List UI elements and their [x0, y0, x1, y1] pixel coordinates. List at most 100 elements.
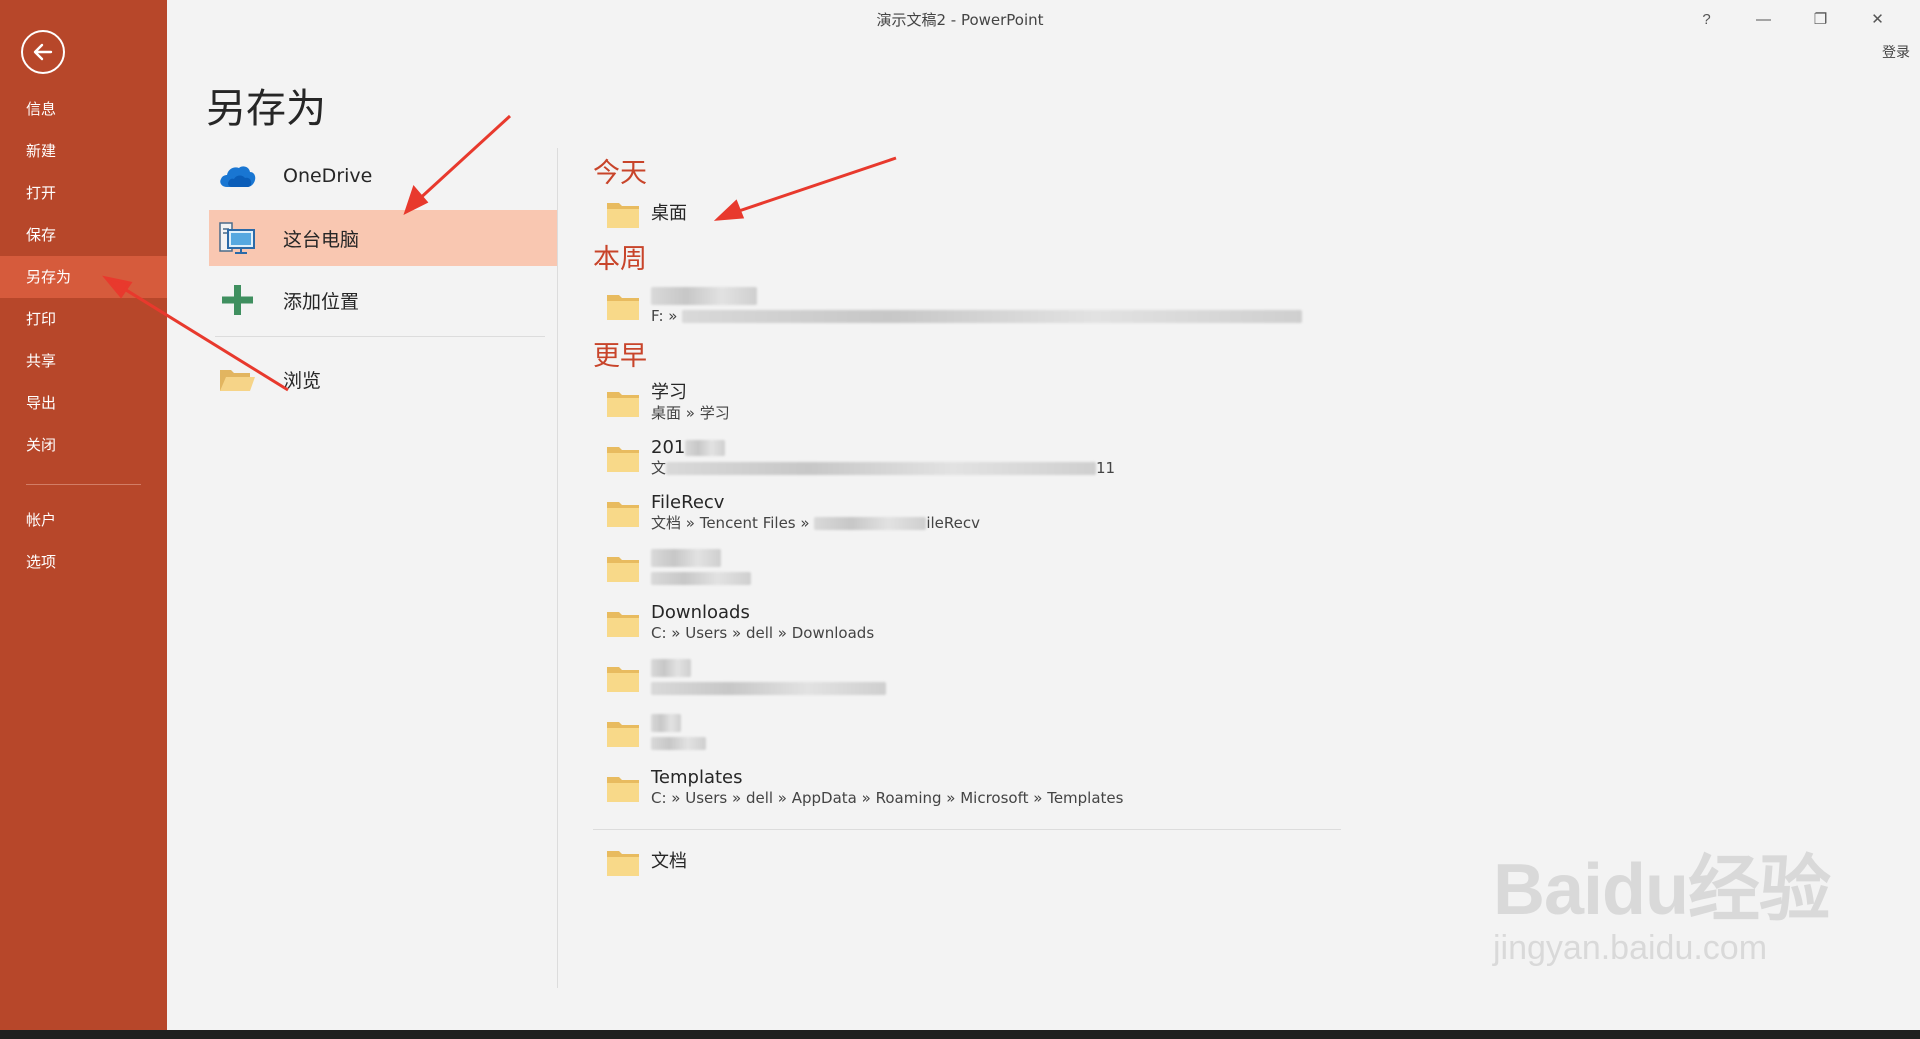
folder-name-redacted	[651, 712, 706, 734]
folder-name: Templates	[651, 767, 743, 788]
backstage-sidebar: 信息 新建 打开 保存 另存为 打印 共享 导出 关闭 帐户 选项	[0, 0, 167, 1030]
page-title: 另存为	[206, 86, 326, 132]
sign-in-link[interactable]: 登录	[1882, 42, 1910, 62]
name-prefix: 201	[651, 437, 686, 458]
nav-share[interactable]: 共享	[0, 340, 167, 382]
folder-path: C: » Users » dell » AppData » Roaming » …	[651, 789, 1124, 807]
column-divider	[557, 148, 558, 988]
group-this-week-heading: 本周	[593, 244, 647, 275]
folder-path-redacted	[651, 569, 751, 588]
recent-folders: 今天 桌面 本周 F: » 更早 学习 桌面 » 学习 201 文 11 File…	[593, 156, 1343, 884]
folder-name-redacted	[651, 657, 886, 679]
path-suffix: 11	[1096, 459, 1116, 477]
redacted-block	[682, 310, 1303, 323]
folder-templates[interactable]: Templates C: » Users » dell » AppData » …	[593, 760, 1343, 815]
redacted-block	[685, 440, 726, 456]
redacted-block	[651, 549, 721, 567]
location-browse[interactable]: 浏览	[209, 351, 557, 407]
folder-name: 201	[651, 437, 1115, 459]
folder-icon	[607, 721, 639, 747]
folder-icon	[607, 851, 639, 876]
redacted-block	[651, 682, 886, 695]
folder-downloads[interactable]: Downloads C: » Users » dell » Downloads	[593, 595, 1343, 650]
redacted-block	[814, 517, 927, 530]
location-onedrive-label: OneDrive	[283, 165, 373, 187]
folder-icon	[607, 203, 639, 228]
folder-week-item[interactable]: F: »	[593, 278, 1343, 333]
computer-icon	[217, 220, 257, 256]
folder-path: 文档 » Tencent Files » ileRecv	[651, 514, 980, 533]
folder-icon	[607, 776, 639, 802]
folder-study[interactable]: 学习 桌面 » 学习	[593, 375, 1343, 430]
folder-path: C: » Users » dell » Downloads	[651, 624, 875, 642]
nav-open[interactable]: 打开	[0, 172, 167, 214]
folder-icon	[607, 556, 639, 582]
back-button[interactable]	[21, 30, 65, 74]
cloud-icon	[217, 158, 257, 194]
nav-close[interactable]: 关闭	[0, 424, 167, 466]
folder-name: 桌面	[651, 203, 687, 224]
redacted-block	[651, 659, 691, 677]
back-arrow-icon	[33, 43, 53, 61]
redacted-block	[651, 572, 751, 585]
folder-redacted[interactable]	[593, 650, 1343, 705]
nav-new[interactable]: 新建	[0, 130, 167, 172]
backstage-nav: 信息 新建 打开 保存 另存为 打印 共享 导出 关闭 帐户 选项	[0, 88, 167, 583]
folder-name: 文档	[651, 851, 687, 872]
location-this-pc-label: 这台电脑	[283, 228, 360, 251]
help-button[interactable]: ?	[1678, 6, 1735, 32]
folder-redacted[interactable]	[593, 540, 1343, 595]
folder-icon	[607, 294, 639, 320]
redacted-block	[666, 462, 1097, 475]
path-prefix: 文	[651, 459, 667, 477]
location-add-place-label: 添加位置	[283, 290, 360, 313]
path-prefix: F: »	[651, 307, 683, 325]
recent-divider	[593, 829, 1341, 830]
folder-icon	[607, 666, 639, 692]
folder-path: F: »	[651, 307, 1303, 326]
window-controls: ? — ❐ ✕	[1678, 6, 1906, 32]
path-prefix: 文档 » Tencent Files »	[651, 514, 815, 532]
nav-info[interactable]: 信息	[0, 88, 167, 130]
folder-redacted[interactable]	[593, 705, 1343, 760]
open-folder-icon	[217, 361, 257, 397]
location-onedrive[interactable]: OneDrive	[209, 148, 557, 204]
minimize-button[interactable]: —	[1735, 6, 1792, 32]
group-today-heading: 今天	[593, 158, 647, 189]
folder-2018[interactable]: 201 文 11	[593, 430, 1343, 485]
folder-name-redacted	[651, 547, 751, 569]
folder-icon	[607, 611, 639, 637]
folder-documents[interactable]: 文档	[593, 840, 1343, 884]
folder-icon	[607, 446, 639, 472]
folder-icon	[607, 391, 639, 417]
folder-path-redacted	[651, 679, 886, 698]
folder-path: 文 11	[651, 459, 1115, 478]
nav-save-as[interactable]: 另存为	[0, 256, 167, 298]
folder-name-redacted	[651, 285, 1302, 307]
redacted-block	[651, 714, 681, 732]
folder-path-redacted	[651, 734, 706, 753]
restore-button[interactable]: ❐	[1792, 6, 1849, 32]
window-title: 演示文稿2 - PowerPoint	[876, 11, 1044, 29]
folder-name: 学习	[651, 382, 687, 403]
nav-print[interactable]: 打印	[0, 298, 167, 340]
save-locations: OneDrive 这台电脑 添加位置 浏览	[209, 148, 557, 413]
nav-save[interactable]: 保存	[0, 214, 167, 256]
nav-divider	[26, 484, 141, 485]
taskbar-strip	[0, 1030, 1920, 1039]
location-add-place[interactable]: 添加位置	[209, 272, 557, 328]
folder-name: Downloads	[651, 602, 750, 623]
baidu-watermark: Baidu经验 jingyan.baidu.com	[1492, 830, 1831, 968]
locations-divider	[215, 336, 545, 337]
close-button[interactable]: ✕	[1849, 6, 1906, 32]
watermark-logo: Baidu经验	[1492, 850, 1831, 930]
location-this-pc[interactable]: 这台电脑	[209, 210, 557, 266]
folder-desktop[interactable]: 桌面	[593, 192, 1343, 236]
nav-options[interactable]: 选项	[0, 541, 167, 583]
redacted-block	[651, 287, 757, 305]
folder-filerecv[interactable]: FileRecv 文档 » Tencent Files » ileRecv	[593, 485, 1343, 540]
nav-account[interactable]: 帐户	[0, 499, 167, 541]
redacted-block	[651, 737, 706, 750]
nav-export[interactable]: 导出	[0, 382, 167, 424]
group-older-heading: 更早	[593, 341, 647, 372]
